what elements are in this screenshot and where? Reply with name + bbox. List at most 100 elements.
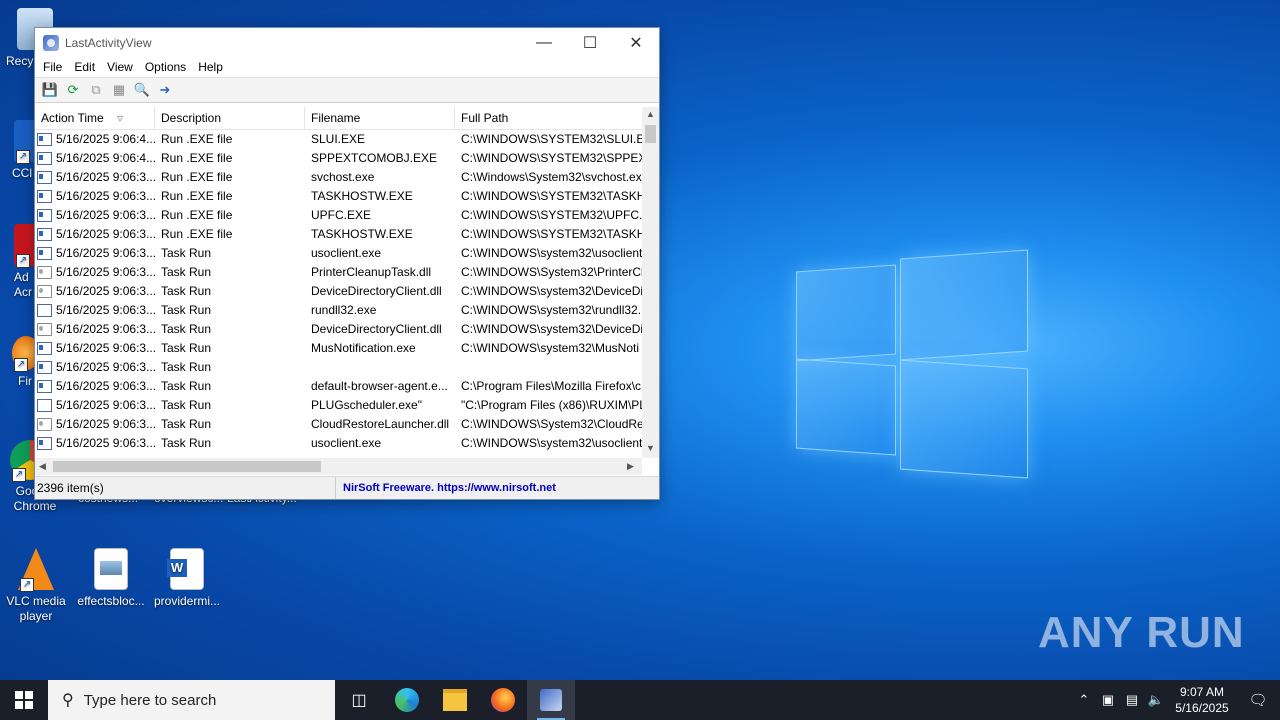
taskbar-search-box[interactable]: ⚲ Type here to search <box>48 680 335 720</box>
menu-options[interactable]: Options <box>139 60 192 74</box>
exit-icon[interactable]: ➜ <box>156 81 174 99</box>
notification-icon[interactable]: 🗨 <box>1236 691 1280 709</box>
cell-action-time: 5/16/2025 9:06:3... <box>35 320 155 339</box>
exe-file-icon <box>37 342 52 355</box>
taskbar-file-explorer[interactable] <box>431 680 479 720</box>
close-button[interactable]: ✕ <box>613 28 659 57</box>
column-full-path[interactable]: Full Path <box>455 107 642 129</box>
save-icon[interactable]: 💾 <box>41 81 59 99</box>
desktop-icon-providermi[interactable]: W providermi... <box>152 548 222 609</box>
cell-filename: TASKHOSTW.EXE <box>311 189 413 203</box>
taskbar-lastactivityview[interactable] <box>527 680 575 720</box>
toolbar: 💾 ⟳ ⧉ ▦ 🔍 ➜ <box>35 77 659 103</box>
vertical-scroll-thumb[interactable] <box>645 125 656 143</box>
exe-file-icon <box>37 190 52 203</box>
menu-help[interactable]: Help <box>192 60 229 74</box>
column-action-time[interactable]: Action Time ▿ <box>35 107 155 129</box>
task-view-button[interactable]: ◫ <box>335 680 383 720</box>
cell-description: Run .EXE file <box>161 151 233 165</box>
cell-filename: MusNotification.exe <box>311 341 416 355</box>
exe-file-icon <box>37 361 52 374</box>
cell-full-path: "C:\Program Files (x86)\RUXIM\PL <box>461 398 642 412</box>
table-row[interactable]: 5/16/2025 9:06:3... Run .EXE file svchost.… <box>35 168 642 187</box>
column-filename[interactable]: Filename <box>305 107 455 129</box>
cell-description: Task Run <box>161 379 212 393</box>
cell-filename: PLUGscheduler.exe" <box>311 398 422 412</box>
clock[interactable]: 9:07 AM 5/16/2025 <box>1168 684 1236 716</box>
chevron-up-icon[interactable]: ⌃ <box>1072 692 1096 708</box>
menu-file[interactable]: File <box>37 60 68 74</box>
table-row[interactable]: 5/16/2025 9:06:3... Task Run PLUGscheduler… <box>35 396 642 415</box>
column-description[interactable]: Description <box>155 107 305 129</box>
cell-action-time: 5/16/2025 9:06:3... <box>35 358 155 377</box>
cell-description: Task Run <box>161 265 212 279</box>
cell-action-time: 5/16/2025 9:06:3... <box>35 434 155 453</box>
table-row[interactable]: 5/16/2025 9:06:3... Task Run DeviceDirecto… <box>35 282 642 301</box>
horizontal-scrollbar[interactable]: ◀ ▶ <box>35 458 642 475</box>
table-row[interactable]: 5/16/2025 9:06:3... Run .EXE file TASKHOST… <box>35 187 642 206</box>
minimize-button[interactable]: — <box>521 28 567 57</box>
scroll-down-icon[interactable]: ▼ <box>646 443 655 453</box>
cell-filename: UPFC.EXE <box>311 208 372 222</box>
cell-description: Task Run <box>161 246 212 260</box>
network-icon[interactable]: ▤ <box>1120 692 1144 708</box>
cell-description: Task Run <box>161 398 212 412</box>
taskbar-edge[interactable] <box>383 680 431 720</box>
menu-view[interactable]: View <box>101 60 139 74</box>
maximize-button[interactable]: ☐ <box>567 28 613 57</box>
volume-icon[interactable]: 🔈 <box>1144 692 1168 708</box>
cell-filename: rundll32.exe <box>311 303 377 317</box>
scroll-right-icon[interactable]: ▶ <box>627 461 634 472</box>
table-row[interactable]: 5/16/2025 9:06:3... Task Run PrinterCleanu… <box>35 263 642 282</box>
image-file-icon <box>94 548 128 590</box>
cell-full-path: C:\WINDOWS\system32\usoclient <box>461 246 642 260</box>
table-row[interactable]: 5/16/2025 9:06:3... Task Run MusNotificati… <box>35 339 642 358</box>
search-icon: ⚲ <box>62 692 74 709</box>
table-row[interactable]: 5/16/2025 9:06:3... Task Run <box>35 358 642 377</box>
cell-filename: PrinterCleanupTask.dll <box>311 265 432 279</box>
clock-time: 9:07 AM <box>1179 685 1225 699</box>
table-row[interactable]: 5/16/2025 9:06:3... Task Run rundll32.exe C… <box>35 301 642 320</box>
cell-full-path: C:\WINDOWS\system32\usoclient <box>461 436 642 450</box>
activity-list[interactable]: Action Time ▿ Description Filename Full … <box>35 107 642 458</box>
cell-action-time: 5/16/2025 9:06:3... <box>35 377 155 396</box>
start-button[interactable] <box>0 680 48 720</box>
refresh-icon[interactable]: ⟳ <box>64 81 82 99</box>
vlc-cone-icon: ↗ <box>18 548 54 592</box>
find-icon[interactable]: 🔍 <box>133 81 151 99</box>
table-row[interactable]: 5/16/2025 9:06:3... Task Run CloudRestoreL… <box>35 415 642 434</box>
table-row[interactable]: 5/16/2025 9:06:3... Task Run usoclient.exe… <box>35 244 642 263</box>
table-row[interactable]: 5/16/2025 9:06:3... Run .EXE file UPFC.EXE… <box>35 206 642 225</box>
table-row[interactable]: 5/16/2025 9:06:3... Task Run usoclient.exe… <box>35 434 642 453</box>
table-row[interactable]: 5/16/2025 9:06:3... Task Run DeviceDirecto… <box>35 320 642 339</box>
table-row[interactable]: 5/16/2025 9:06:3... Task Run default-brows… <box>35 377 642 396</box>
cell-full-path: C:\WINDOWS\system32\DeviceDi <box>461 284 642 298</box>
title-bar[interactable]: LastActivityView — ☐ ✕ <box>35 28 659 57</box>
anyrun-watermark: ANY RUN <box>1038 608 1245 657</box>
exe-file-icon <box>37 247 52 260</box>
cell-action-time: 5/16/2025 9:06:3... <box>35 415 155 434</box>
cell-action-time: 5/16/2025 9:06:4... <box>35 149 155 168</box>
vertical-scrollbar[interactable]: ▲ ▼ <box>642 107 659 458</box>
menu-edit[interactable]: Edit <box>68 60 101 74</box>
cell-filename: SLUI.EXE <box>311 132 366 146</box>
device-icon[interactable]: ▣ <box>1096 692 1120 708</box>
firefox-icon <box>491 688 515 712</box>
desktop-icon-vlc[interactable]: ↗ VLC media player <box>1 548 71 624</box>
copy-icon[interactable]: ⧉ <box>87 81 105 99</box>
table-row[interactable]: 5/16/2025 9:06:3... Run .EXE file TASKHOST… <box>35 225 642 244</box>
scroll-up-icon[interactable]: ▲ <box>646 109 655 119</box>
app-icon <box>43 34 59 51</box>
cell-filename: usoclient.exe <box>311 436 382 450</box>
horizontal-scroll-thumb[interactable] <box>53 461 321 472</box>
taskbar-firefox[interactable] <box>479 680 527 720</box>
dll-file-icon <box>37 323 52 336</box>
table-row[interactable]: 5/16/2025 9:06:4... Run .EXE file SPPEXTCO… <box>35 149 642 168</box>
nirsoft-link[interactable]: NirSoft Freeware. https://www.nirsoft.ne… <box>336 482 556 494</box>
desktop-icon-effectsblock[interactable]: effectsbloc... <box>76 548 146 609</box>
cell-full-path: C:\WINDOWS\System32\CloudRe <box>461 417 642 431</box>
scroll-left-icon[interactable]: ◀ <box>39 461 46 472</box>
status-bar: 2396 item(s) NirSoft Freeware. https://w… <box>35 476 659 499</box>
table-row[interactable]: 5/16/2025 9:06:4... Run .EXE file SLUI.EXE… <box>35 130 642 149</box>
properties-icon[interactable]: ▦ <box>110 81 128 99</box>
